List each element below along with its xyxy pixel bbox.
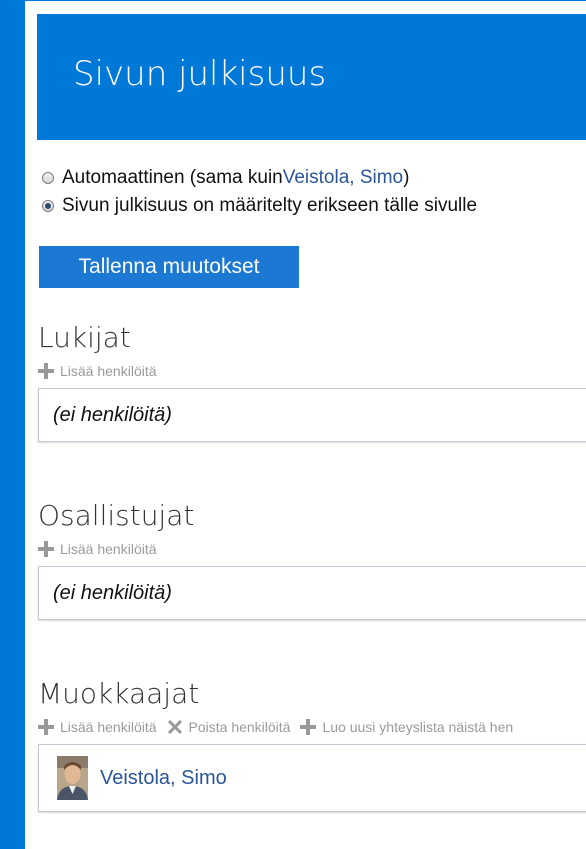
editors-remove-label: Poista henkilöitä <box>188 719 291 735</box>
editors-remove-people-button[interactable]: Poista henkilöitä <box>167 719 291 735</box>
editors-actions: Lisää henkilöitä Poista henkilöitä Luo u… <box>38 719 523 735</box>
participants-list: (ei henkilöitä) <box>38 566 586 620</box>
participants-add-label: Lisää henkilöitä <box>60 541 157 557</box>
plus-icon <box>38 541 54 557</box>
list-item[interactable]: Veistola, Simo <box>57 756 227 800</box>
radio-button-custom[interactable] <box>42 200 54 212</box>
editors-create-list-label: Luo uusi yhteyslista näistä hen <box>322 719 514 735</box>
readers-add-people-button[interactable]: Lisää henkilöitä <box>38 363 157 379</box>
readers-list: (ei henkilöitä) <box>38 388 586 442</box>
editors-add-people-button[interactable]: Lisää henkilöitä <box>38 719 157 735</box>
radio-label-automatic-prefix: Automaattinen (sama kuin <box>62 167 283 188</box>
radio-option-automatic[interactable]: Automaattinen (sama kuin Veistola, Simo) <box>42 167 409 189</box>
participants-section-title: Osallistujat <box>38 499 195 532</box>
page-title: Sivun julkisuus <box>73 54 327 94</box>
readers-add-label: Lisää henkilöitä <box>60 363 157 379</box>
top-border-line <box>25 0 586 1</box>
readers-empty-text: (ei henkilöitä) <box>53 403 172 426</box>
editors-list: Veistola, Simo <box>38 744 586 812</box>
radio-option-custom[interactable]: Sivun julkisuus on määritelty erikseen t… <box>42 195 477 217</box>
plus-icon <box>38 363 54 379</box>
editors-section-title: Muokkaajat <box>38 677 200 710</box>
participants-empty-text: (ei henkilöitä) <box>53 581 172 604</box>
person-name-link[interactable]: Veistola, Simo <box>100 767 227 790</box>
radio-button-automatic[interactable] <box>42 172 54 184</box>
readers-actions: Lisää henkilöitä <box>38 363 167 379</box>
participants-actions: Lisää henkilöitä <box>38 541 167 557</box>
owner-link[interactable]: Veistola, Simo <box>283 167 403 189</box>
radio-label-custom: Sivun julkisuus on määritelty erikseen t… <box>62 195 478 216</box>
page-header: Sivun julkisuus <box>37 14 586 140</box>
participants-add-people-button[interactable]: Lisää henkilöitä <box>38 541 157 557</box>
left-accent-bar <box>0 0 25 849</box>
editors-create-contact-list-button[interactable]: Luo uusi yhteyslista näistä hen <box>300 719 513 735</box>
avatar <box>57 756 88 800</box>
plus-icon <box>38 719 54 735</box>
plus-icon <box>300 719 317 735</box>
close-icon <box>167 719 182 735</box>
save-changes-button[interactable]: Tallenna muutokset <box>39 246 299 288</box>
editors-add-label: Lisää henkilöitä <box>60 719 157 735</box>
readers-section-title: Lukijat <box>38 321 131 354</box>
radio-label-automatic-suffix: ) <box>403 167 410 188</box>
